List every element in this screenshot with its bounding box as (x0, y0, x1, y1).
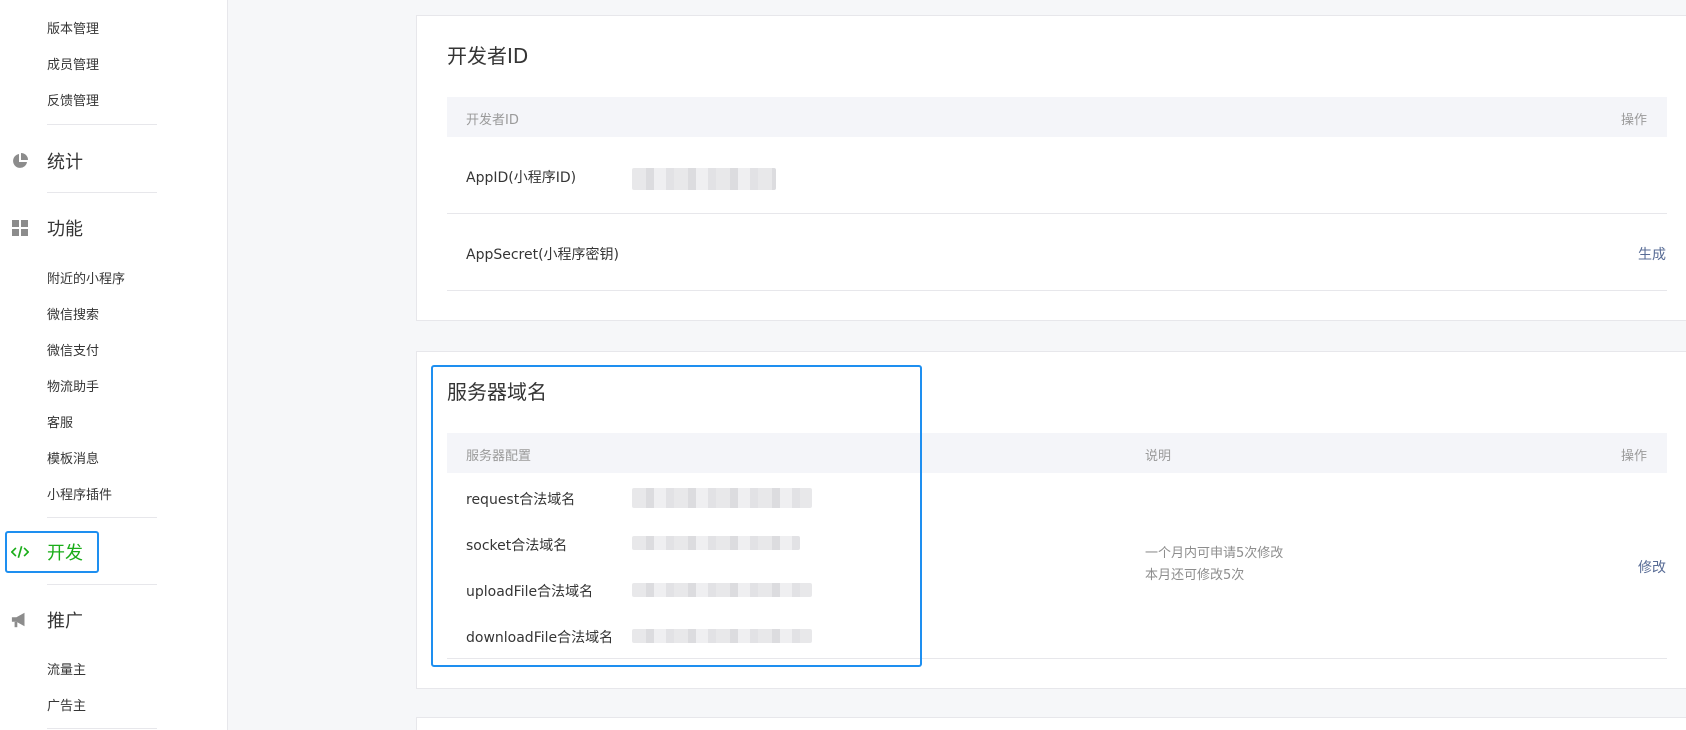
table-header: 开发者ID 操作 (447, 97, 1667, 137)
generate-link[interactable]: 生成 (1638, 244, 1666, 264)
appid-value-blurred (632, 168, 776, 190)
sidebar-group-develop[interactable]: 开发 (11, 537, 83, 567)
sidebar-item-version[interactable]: 版本管理 (47, 18, 99, 37)
sidebar: 版本管理 成员管理 反馈管理 统计 功能 附近的小程序 微信搜索 微信支付 物流… (0, 0, 228, 730)
column-header-action: 操作 (1620, 449, 1647, 464)
sidebar-group-features[interactable]: 功能 (11, 213, 83, 243)
developer-id-title: 开发者ID (447, 44, 529, 68)
divider (47, 124, 157, 125)
sidebar-group-develop-label: 开发 (47, 543, 83, 564)
modify-link[interactable]: 修改 (1638, 557, 1666, 577)
next-card (416, 717, 1686, 730)
pie-chart-icon (11, 152, 29, 170)
divider (47, 192, 157, 193)
sidebar-item-plugin[interactable]: 小程序插件 (47, 484, 112, 503)
sidebar-group-promote-label: 推广 (47, 611, 83, 632)
sidebar-item-search[interactable]: 微信搜索 (47, 304, 99, 323)
sidebar-item-template[interactable]: 模板消息 (47, 448, 99, 467)
megaphone-icon (11, 611, 29, 629)
column-header-desc: 说明 (1145, 449, 1172, 464)
divider (47, 728, 157, 729)
divider (47, 517, 157, 518)
server-domain-highlight-box (431, 365, 922, 667)
sidebar-item-advertiser[interactable]: 广告主 (47, 695, 86, 714)
appsecret-label: AppSecret(小程序密钥) (466, 247, 620, 263)
sidebar-item-service[interactable]: 客服 (47, 412, 73, 431)
developer-id-card: 开发者ID 开发者ID 操作 AppID(小程序ID) AppSecret(小程… (416, 15, 1686, 321)
column-header-id: 开发者ID (466, 113, 519, 128)
sidebar-item-traffic[interactable]: 流量主 (47, 659, 86, 678)
sidebar-item-feedback[interactable]: 反馈管理 (47, 90, 99, 109)
sidebar-group-stats[interactable]: 统计 (11, 146, 83, 176)
sidebar-group-stats-label: 统计 (47, 152, 83, 173)
sidebar-item-pay[interactable]: 微信支付 (47, 340, 99, 359)
sidebar-item-nearby[interactable]: 附近的小程序 (47, 268, 125, 287)
appid-label: AppID(小程序ID) (466, 170, 577, 186)
row-divider (447, 290, 1667, 291)
row-divider (447, 213, 1667, 214)
divider (47, 584, 157, 585)
remaining-modifications-note: 本月还可修改5次 (1145, 568, 1245, 583)
grid-icon (11, 219, 29, 237)
sidebar-group-features-label: 功能 (47, 219, 83, 240)
modify-limit-note: 一个月内可申请5次修改 (1145, 546, 1284, 561)
column-header-action: 操作 (1620, 113, 1647, 128)
code-icon (11, 543, 29, 561)
sidebar-item-logistics[interactable]: 物流助手 (47, 376, 99, 395)
sidebar-item-members[interactable]: 成员管理 (47, 54, 99, 73)
sidebar-group-promote[interactable]: 推广 (11, 605, 83, 635)
